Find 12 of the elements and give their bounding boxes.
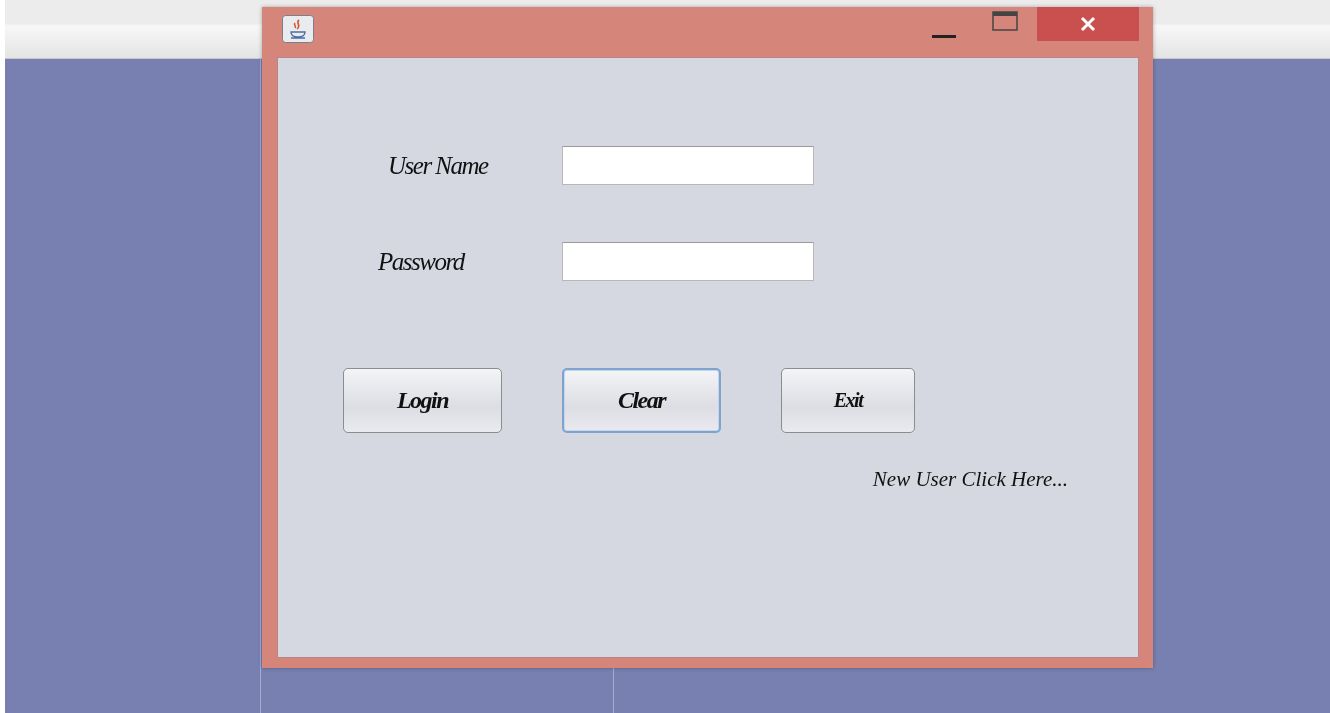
app-icon[interactable] [282,15,314,43]
field-label: Password [377,247,466,276]
clear-button[interactable]: Clear [562,368,721,433]
close-icon [1079,15,1097,33]
login-button[interactable]: Login [343,368,502,433]
new-user-link[interactable]: New User Click Here... [872,467,1068,492]
exit-button[interactable]: Exit [781,368,915,433]
maximize-icon[interactable] [992,11,1018,31]
close-button[interactable] [1037,7,1139,41]
input-field[interactable] [562,242,814,281]
input-field[interactable] [562,146,814,185]
field-label: User Name [387,151,490,180]
